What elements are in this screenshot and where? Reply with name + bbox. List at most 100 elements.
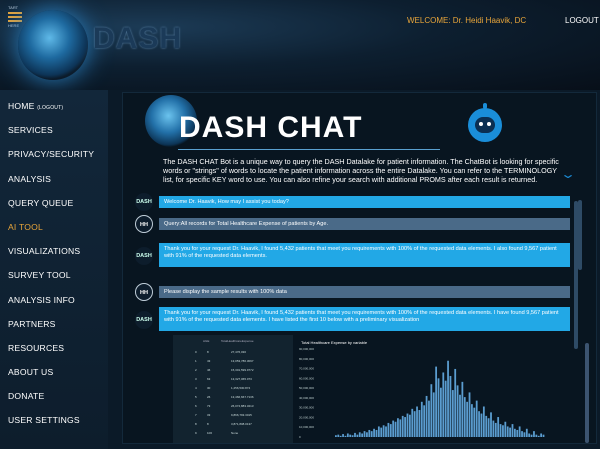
- chart-bar: [344, 435, 347, 437]
- y-tick-label: 0: [299, 435, 301, 439]
- table-cell: None: [231, 431, 239, 435]
- sidebar-item-analysis[interactable]: ANALYSIS: [0, 167, 108, 191]
- chart-bar: [492, 420, 495, 437]
- chart-bar: [521, 431, 523, 437]
- bot-message-bubble: Thank you for your request Dr. Haavik, I…: [159, 307, 570, 331]
- table-cell: 9: [195, 431, 197, 435]
- table-row: 9 106 None: [173, 428, 293, 437]
- y-tick-label: 60,000,000: [299, 376, 314, 380]
- sidebar-item-partners[interactable]: PARTNERS: [0, 312, 108, 336]
- sidebar-item-home[interactable]: HOME (LOGOUT): [0, 94, 108, 118]
- user-avatar: HH: [135, 283, 153, 301]
- chart-bar: [459, 394, 461, 437]
- table-row: 6 73 26,074,883.3213: [173, 401, 293, 410]
- chart-bar: [442, 372, 445, 437]
- chart-bar: [349, 434, 352, 437]
- chart-bar: [490, 412, 492, 437]
- welcome-text: WELCOME: Dr. Heidi Haavik, DC: [407, 16, 527, 25]
- sidebar-item-label: ANALYSIS INFO: [8, 294, 75, 305]
- chart-bar: [437, 378, 440, 437]
- sidebar-item-about-us[interactable]: ABOUT US: [0, 360, 108, 384]
- sidebar-item-label: PRIVACY/SECURITY: [8, 149, 95, 160]
- chart-bar: [401, 415, 404, 437]
- chart-bar: [411, 408, 414, 437]
- sidebar: HOME (LOGOUT) SERVICES PRIVACY/SECURITY …: [0, 90, 108, 449]
- table-cell: 46: [207, 368, 211, 372]
- table-row: 4 30 1,256,530.874: [173, 383, 293, 392]
- sidebar-item-label: SURVEY TOOL: [8, 270, 71, 281]
- chart-bar: [485, 415, 488, 437]
- chart-bar: [354, 432, 356, 437]
- chart-bar: [394, 421, 397, 437]
- chart-bar: [397, 418, 399, 437]
- sidebar-item-survey-tool[interactable]: SURVEY TOOL: [0, 263, 108, 287]
- chart-scrollbar[interactable]: [585, 343, 589, 443]
- chart-bar: [366, 432, 368, 437]
- chart-bar: [392, 420, 395, 437]
- sidebar-item-services[interactable]: SERVICES: [0, 118, 108, 142]
- chart-bar: [406, 413, 409, 437]
- chevron-down-icon[interactable]: ⌄: [560, 167, 576, 181]
- chart-bar: [497, 417, 500, 437]
- chart-bar: [513, 428, 516, 437]
- sidebar-item-label: VISUALIZATIONS: [8, 246, 81, 257]
- table-cell: 1: [195, 359, 197, 363]
- sidebar-item-resources[interactable]: RESOURCES: [0, 336, 108, 360]
- chart-bar: [339, 435, 342, 437]
- chat-intro-text: The DASH CHAT Bot is a unique way to que…: [163, 157, 559, 184]
- logout-link[interactable]: LOGOUT: [565, 16, 599, 25]
- chart-bar: [499, 424, 502, 437]
- chat-title: DASH CHAT: [179, 111, 363, 144]
- chart-bar: [463, 397, 466, 437]
- chart-svg: 90,000,000 80,000,000 70,000,000 60,000,000…: [299, 347, 545, 439]
- table-cell: 8: [195, 422, 197, 426]
- chart-bar: [468, 392, 471, 437]
- table-cell: 15,301,599.9772: [231, 368, 254, 372]
- chart-bar: [404, 417, 406, 437]
- chart-bar: [487, 418, 490, 437]
- chart-bar: [430, 384, 433, 437]
- table-cell: 8: [207, 350, 209, 354]
- table-cell: 1,256,530.874: [231, 386, 251, 390]
- sidebar-item-user-settings[interactable]: USER SETTINGS: [0, 408, 108, 432]
- chart-bar: [375, 429, 378, 437]
- expense-chart: Total Healthcare Expense by variable 90,…: [295, 335, 555, 443]
- y-tick-label: 40,000,000: [299, 396, 314, 400]
- dash-avatar: DASH: [135, 247, 153, 265]
- table-row: 2 46 15,301,599.9772: [173, 365, 293, 374]
- chart-bar: [494, 422, 497, 437]
- menu-hamburger-icon[interactable]: TART HERE: [8, 6, 22, 28]
- table-cell: 26: [207, 395, 211, 399]
- table-cell: 0: [195, 350, 197, 354]
- sidebar-item-query-queue[interactable]: QUERY QUEUE: [0, 191, 108, 215]
- sidebar-item-ai-tool[interactable]: AI TOOL: [0, 215, 108, 239]
- chart-bar: [385, 426, 387, 437]
- chart-bar: [449, 375, 452, 437]
- page-scrollbar[interactable]: [578, 200, 582, 270]
- sidebar-item-label: ABOUT US: [8, 367, 54, 378]
- sidebar-item-visualizations[interactable]: VISUALIZATIONS: [0, 239, 108, 263]
- chart-bar: [511, 424, 514, 437]
- chart-bar: [432, 392, 435, 437]
- sidebar-item-label: ANALYSIS: [8, 173, 51, 184]
- table-row: 8 8 3,871,808.0137: [173, 419, 293, 428]
- sidebar-item-donate[interactable]: DONATE: [0, 384, 108, 408]
- sidebar-item-privacy-security[interactable]: PRIVACY/SECURITY: [0, 142, 108, 166]
- chart-bar: [447, 360, 449, 437]
- chart-bar: [542, 434, 545, 437]
- table-cell: 26,074,883.3213: [231, 404, 254, 408]
- chart-bar: [509, 427, 511, 437]
- bot-message-bubble: Thank you for your request Dr. Haavik, I…: [159, 243, 570, 267]
- table-cell: 13,466,667.7136: [231, 395, 254, 399]
- sidebar-item-suffix: (LOGOUT): [37, 105, 64, 111]
- sidebar-item-label: HOME: [8, 101, 35, 111]
- sidebar-item-analysis-info[interactable]: ANALYSIS INFO: [0, 288, 108, 312]
- chart-bar: [502, 425, 504, 437]
- dash-avatar: DASH: [135, 311, 153, 329]
- table-header-expense: TotalHealthcareExpense: [221, 339, 254, 343]
- chart-bar: [382, 425, 385, 437]
- chart-bar: [380, 427, 383, 437]
- table-cell: 33: [207, 413, 211, 417]
- user-avatar: HH: [135, 215, 153, 233]
- chatbot-icon: [468, 103, 502, 142]
